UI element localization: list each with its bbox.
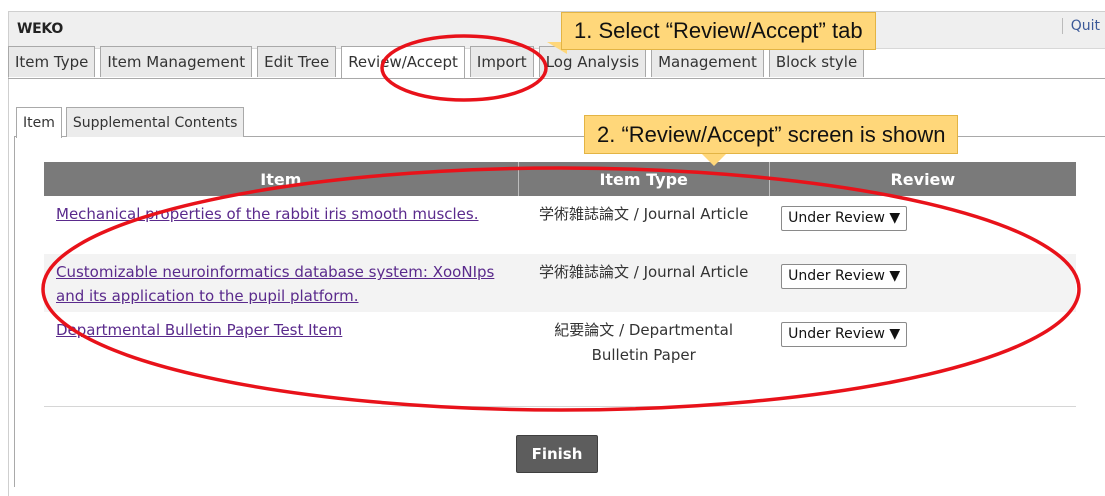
tab-edit-tree[interactable]: Edit Tree bbox=[257, 46, 337, 77]
tab-bar-divider bbox=[8, 78, 1105, 79]
item-title-link[interactable]: Departmental Bulletin Paper Test Item bbox=[56, 321, 342, 339]
tab-review-accept[interactable]: Review/Accept bbox=[341, 46, 465, 79]
subtab-item[interactable]: Item bbox=[16, 107, 62, 138]
callout-step-2: 2. “Review/Accept” screen is shown bbox=[584, 115, 959, 154]
item-title-link[interactable]: Mechanical properties of the rabbit iris… bbox=[56, 205, 479, 223]
review-status-select[interactable]: Under Review ▼ bbox=[781, 264, 908, 289]
tab-item-type[interactable]: Item Type bbox=[8, 46, 96, 77]
item-title-link[interactable]: Customizable neuroinformatics database s… bbox=[56, 263, 494, 305]
table-bottom-border bbox=[44, 406, 1076, 407]
table-row: Customizable neuroinformatics database s… bbox=[44, 254, 1076, 312]
table-row: Departmental Bulletin Paper Test Item 紀要… bbox=[44, 312, 1076, 372]
app-title: WEKO bbox=[17, 21, 63, 37]
table-row: Mechanical properties of the rabbit iris… bbox=[44, 196, 1076, 254]
review-status-select[interactable]: Under Review ▼ bbox=[781, 322, 908, 347]
table-header-row: Item Item Type Review bbox=[44, 162, 1076, 196]
main-tab-bar: Item Type Item Management Edit Tree Revi… bbox=[8, 46, 865, 79]
subtab-supplemental-contents[interactable]: Supplemental Contents bbox=[65, 107, 245, 137]
tab-item-management[interactable]: Item Management bbox=[100, 46, 253, 77]
header-item-type: Item Type bbox=[518, 162, 770, 196]
quit-link[interactable]: Quit bbox=[1061, 18, 1100, 34]
finish-button[interactable]: Finish bbox=[516, 435, 598, 473]
header-review: Review bbox=[769, 162, 1076, 196]
item-type-value: 学術雑誌論文 / Journal Article bbox=[518, 254, 770, 312]
review-status-select[interactable]: Under Review ▼ bbox=[781, 206, 908, 231]
tab-block-style[interactable]: Block style bbox=[768, 46, 865, 77]
callout-step-1: 1. Select “Review/Accept” tab bbox=[561, 12, 876, 50]
tab-import[interactable]: Import bbox=[469, 46, 534, 77]
sub-tab-bar: Item Supplemental Contents bbox=[16, 107, 245, 138]
item-type-value: 学術雑誌論文 / Journal Article bbox=[518, 196, 770, 254]
callout-pointer-2 bbox=[700, 152, 728, 166]
review-table: Item Item Type Review Mechanical propert… bbox=[44, 162, 1076, 372]
header-item: Item bbox=[44, 162, 519, 196]
item-type-value: 紀要論文 / Departmental Bulletin Paper bbox=[518, 312, 770, 372]
tab-management[interactable]: Management bbox=[651, 46, 764, 77]
